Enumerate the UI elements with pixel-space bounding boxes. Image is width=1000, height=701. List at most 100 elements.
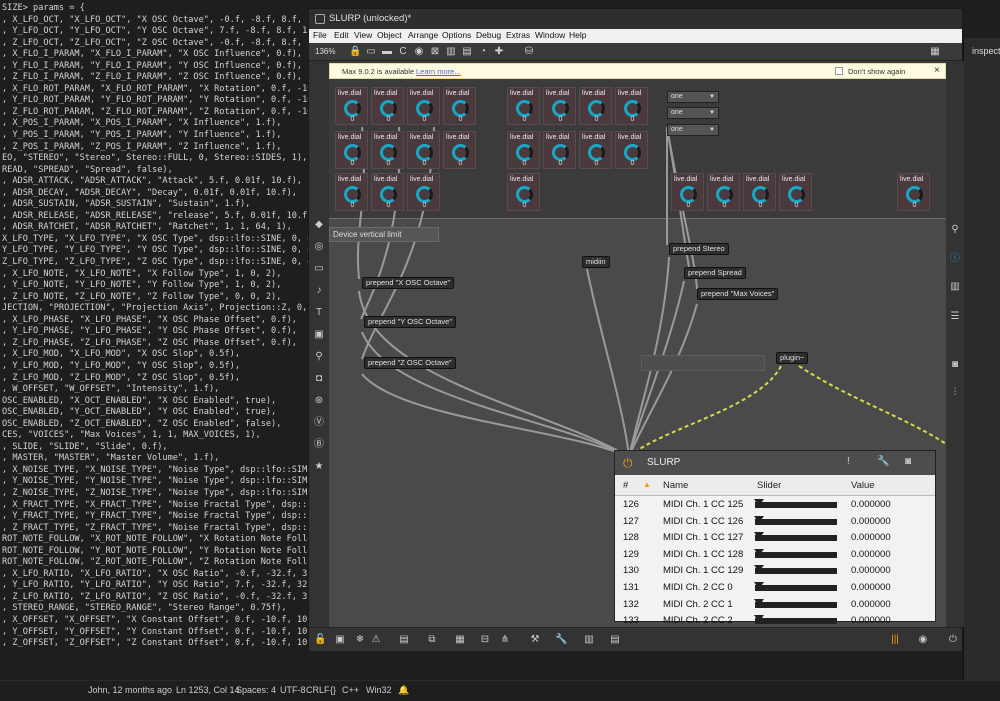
list-icon[interactable]: ☰ [949,311,961,323]
add-icon[interactable]: ✚ [493,46,505,58]
dial-knob[interactable] [452,144,469,161]
window-titlebar[interactable]: SLURP (unlocked)* [309,9,962,29]
notification-bell-icon[interactable]: 🔔 [398,685,409,696]
eol-status[interactable]: CRLF [306,685,330,695]
param-value[interactable]: 0.000000 [851,599,891,610]
grid-bottom-icon[interactable]: ▦ [454,634,466,646]
language-status[interactable]: C++ [342,685,359,695]
param-slider-handle[interactable] [754,515,764,523]
comment-icon[interactable]: C [397,46,409,58]
param-slider-track[interactable] [755,551,837,558]
power-icon[interactable]: ⏻ [947,634,959,646]
target-icon[interactable]: ◎ [313,241,325,253]
umenu-2[interactable]: one [667,107,719,119]
dial-knob[interactable] [380,186,397,203]
live-dial[interactable]: live.dial 0 [779,173,812,211]
menu-debug[interactable]: Debug [476,30,501,40]
button-icon[interactable]: ◉ [413,46,425,58]
b-icon[interactable]: Ⓑ [313,439,325,451]
param-row[interactable]: 127 MIDI Ch. 1 CC 126 0.000000 [615,514,935,531]
param-slider-handle[interactable] [754,565,764,573]
search-icon[interactable]: ⚲ [949,224,961,236]
dial-knob[interactable] [380,100,397,117]
wrench-icon[interactable]: 🔧 [555,634,567,646]
menu-options[interactable]: Options [442,30,471,40]
param-row[interactable]: 126 MIDI Ch. 1 CC 125 0.000000 [615,497,935,514]
live-dial[interactable]: live.dial 0 [579,87,612,125]
live-dial[interactable]: live.dial 0 [371,131,404,169]
param-slider-track[interactable] [755,502,837,508]
param-slider-handle[interactable] [754,582,764,589]
col-name[interactable]: Name [663,480,688,491]
dial-knob[interactable] [624,144,641,161]
learn-more-link[interactable]: Learn more... [416,67,461,76]
cursor-position-status[interactable]: Ln 1253, Col 14 [176,685,240,695]
param-row[interactable]: 132 MIDI Ch. 2 CC 1 0.000000 [615,597,935,614]
camera-icon[interactable]: ◙ [949,359,961,371]
gamepad-icon[interactable]: ◘ [313,373,325,385]
prepend-max-voices[interactable]: prepend "Max Voices" [697,288,779,300]
midiin-object[interactable]: midiin [582,256,610,268]
live-dial[interactable]: live.dial 0 [443,87,476,125]
dial-knob[interactable] [588,100,605,117]
param-slider-handle[interactable] [754,532,764,540]
live-dial[interactable]: live.dial 0 [407,87,440,125]
indentation-status[interactable]: Spaces: 4 [236,685,276,695]
book-icon[interactable]: ▥ [949,281,961,293]
live-dial[interactable]: live.dial 0 [543,87,576,125]
live-dial[interactable]: live.dial 0 [371,173,404,211]
param-row[interactable]: 130 MIDI Ch. 1 CC 129 0.000000 [615,563,935,580]
dial-knob[interactable] [516,186,533,203]
live-dial[interactable]: live.dial 0 [579,131,612,169]
live-dial[interactable]: live.dial 0 [615,87,648,125]
live-dial[interactable]: live.dial 0 [543,131,576,169]
dial-knob[interactable] [452,100,469,117]
dial-knob[interactable] [680,186,697,203]
plugin-object[interactable]: plugin~ [776,352,809,364]
param-slider-handle[interactable] [754,499,764,506]
lock-icon[interactable]: 🔒 [349,46,361,58]
platform-status[interactable]: Win32 [366,685,392,695]
live-dial[interactable]: live.dial 0 [897,173,930,211]
dial-knob[interactable] [906,186,923,203]
menu-extras[interactable]: Extras [506,30,530,40]
param-slider-track[interactable] [755,535,837,542]
param-slider-handle[interactable] [754,548,764,556]
align-icon[interactable]: ⊟ [479,634,491,646]
plugin-snapshot-icon[interactable]: ◙ [905,456,911,467]
toggle-icon[interactable]: ⊠ [429,46,441,58]
param-value[interactable]: 0.000000 [851,615,891,626]
umenu-3[interactable]: one [667,124,719,136]
live-dial[interactable]: live.dial 0 [407,131,440,169]
music-note-icon[interactable]: ♪ [313,285,325,297]
code-editor[interactable]: SIZE> params = {, X_LFO_OCT, "X_LFO_OCT"… [0,0,330,680]
console-icon[interactable]: ▤ [609,634,621,646]
plugin-power-icon[interactable]: ⏻ [623,456,633,471]
dial-knob[interactable] [416,144,433,161]
zoom-level[interactable]: 136% [315,47,335,56]
dial-knob[interactable] [416,100,433,117]
param-value[interactable]: 0.000000 [851,549,891,560]
device-vertical-limit-comment[interactable]: Device vertical limit [329,227,439,242]
dial-knob[interactable] [624,100,641,117]
param-value[interactable]: 0.000000 [851,532,891,543]
dial-icon[interactable]: ◔ [477,46,489,58]
dial-knob[interactable] [344,144,361,161]
dsp-toggle-icon[interactable]: ◉ [917,634,929,646]
message-icon[interactable]: ▬ [381,46,393,58]
dial-knob[interactable] [788,186,805,203]
param-value[interactable]: 0.000000 [851,565,891,576]
umenu-1[interactable]: one [667,91,719,103]
dial-knob[interactable] [588,144,605,161]
live-dial[interactable]: live.dial 0 [371,87,404,125]
param-slider-track[interactable] [755,585,837,591]
menu-object[interactable]: Object [377,30,402,40]
menu-view[interactable]: View [354,30,372,40]
encoding-status[interactable]: UTF-8 [280,685,306,695]
slider-icon[interactable]: ▥ [445,46,457,58]
dial-knob[interactable] [552,144,569,161]
param-slider-handle[interactable] [754,615,764,623]
dial-knob[interactable] [552,100,569,117]
menu-window[interactable]: Window [535,30,565,40]
sort-asc-icon[interactable]: ▲ [643,480,651,489]
